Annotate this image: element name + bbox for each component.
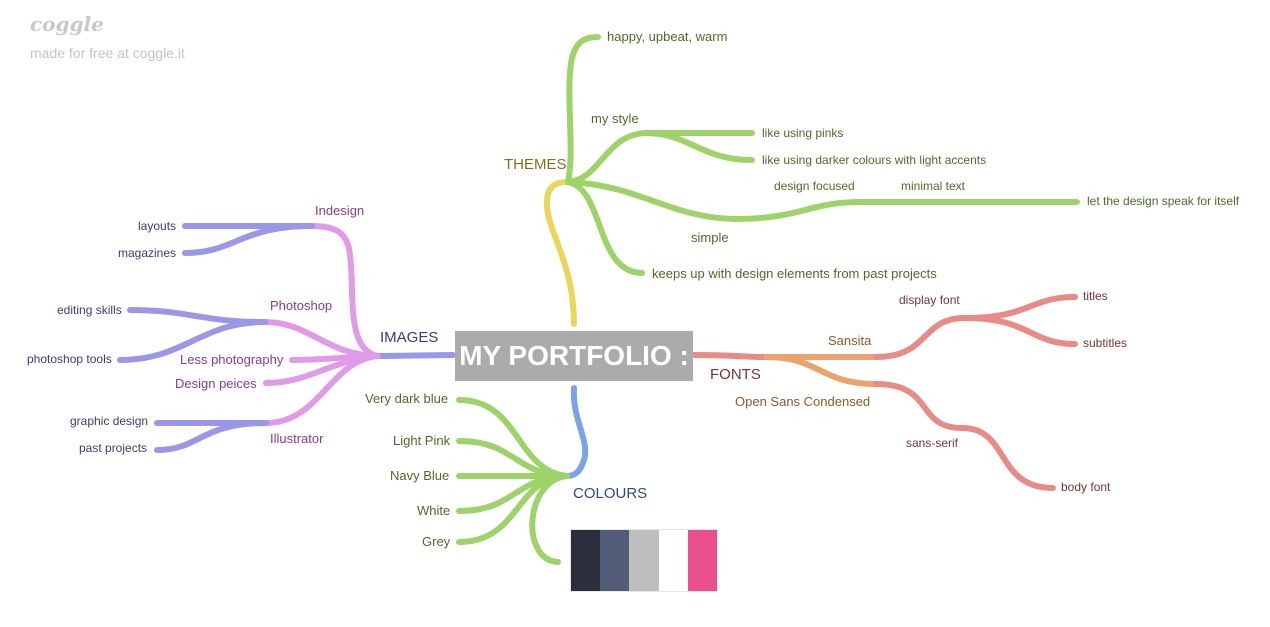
node-very-dark[interactable]: Very dark blue xyxy=(365,392,448,405)
node-sans-serif[interactable]: sans-serif xyxy=(906,437,958,449)
connector-indesign xyxy=(309,223,381,359)
node-design-focused[interactable]: design focused xyxy=(774,180,855,192)
swatch-light-pink xyxy=(687,530,718,591)
node-ps-tools[interactable]: photoshop tools xyxy=(27,353,112,365)
connector-titles xyxy=(962,294,1078,321)
node-design-peices[interactable]: Design peices xyxy=(175,377,257,390)
node-illustrator[interactable]: Illustrator xyxy=(270,432,323,445)
node-graphic[interactable]: graphic design xyxy=(70,415,148,427)
node-darker[interactable]: like using darker colours with light acc… xyxy=(762,154,986,166)
node-white[interactable]: White xyxy=(417,504,450,517)
node-minimal-text[interactable]: minimal text xyxy=(901,180,965,192)
node-open-sans[interactable]: Open Sans Condensed xyxy=(735,395,870,408)
themes-label[interactable]: THEMES xyxy=(504,157,567,172)
node-navy[interactable]: Navy Blue xyxy=(390,469,449,482)
connector-design-focused xyxy=(732,199,863,222)
connector-past xyxy=(154,420,269,453)
node-grey[interactable]: Grey xyxy=(422,535,450,548)
fonts-trunk xyxy=(691,352,769,360)
node-photoshop[interactable]: Photoshop xyxy=(270,299,332,312)
node-pinks[interactable]: like using pinks xyxy=(762,127,843,139)
coggle-logo[interactable]: coggle xyxy=(30,12,104,36)
node-simple[interactable]: simple xyxy=(691,231,729,244)
connector-editing xyxy=(127,307,268,325)
images-label[interactable]: IMAGES xyxy=(380,330,438,345)
node-titles[interactable]: titles xyxy=(1083,290,1108,302)
connector-sans-serif xyxy=(873,381,965,431)
swatch-grey xyxy=(629,530,659,591)
node-keeps-up[interactable]: keeps up with design elements from past … xyxy=(652,267,937,280)
connector-warm xyxy=(565,34,601,185)
connector-darker xyxy=(642,130,755,163)
node-less-photo[interactable]: Less photography xyxy=(180,353,283,366)
swatch-white xyxy=(658,530,688,591)
connector-body-font xyxy=(959,425,1056,491)
colour-palette-image[interactable] xyxy=(571,530,718,591)
node-layouts[interactable]: layouts xyxy=(138,220,176,232)
node-indesign[interactable]: Indesign xyxy=(315,204,364,217)
colours-label[interactable]: COLOURS xyxy=(573,486,647,501)
connector-open-sans xyxy=(763,354,879,387)
fonts-label[interactable]: FONTS xyxy=(710,367,761,382)
node-warm[interactable]: happy, upbeat, warm xyxy=(607,30,727,43)
node-light-pink[interactable]: Light Pink xyxy=(393,434,450,447)
node-body-font[interactable]: body font xyxy=(1061,481,1110,493)
themes-trunk xyxy=(543,179,577,327)
connector-magazines xyxy=(182,223,315,256)
root-node[interactable]: MY PORTFOLIO : xyxy=(455,331,693,381)
images-trunk xyxy=(375,352,456,359)
node-my-style[interactable]: my style xyxy=(591,112,639,125)
connector-very-dark xyxy=(456,397,570,479)
coggle-tagline[interactable]: made for free at coggle.it xyxy=(30,45,185,61)
node-display[interactable]: display font xyxy=(899,294,960,306)
fonts-connectors xyxy=(691,294,1078,491)
swatch-navy-blue xyxy=(600,530,630,591)
node-editing[interactable]: editing skills xyxy=(57,304,122,316)
colours-connectors xyxy=(456,385,589,565)
node-subtitles[interactable]: subtitles xyxy=(1083,337,1127,349)
node-sansita[interactable]: Sansita xyxy=(828,334,871,347)
node-past[interactable]: past projects xyxy=(79,442,147,454)
node-magazines[interactable]: magazines xyxy=(118,247,176,259)
colours-trunk xyxy=(564,385,589,479)
node-speak[interactable]: let the design speak for itself xyxy=(1087,195,1239,207)
connector-display xyxy=(873,315,968,360)
connector-my-style xyxy=(565,130,648,185)
swatch-very-dark-blue xyxy=(571,530,601,591)
connector-subtitles xyxy=(962,315,1078,347)
